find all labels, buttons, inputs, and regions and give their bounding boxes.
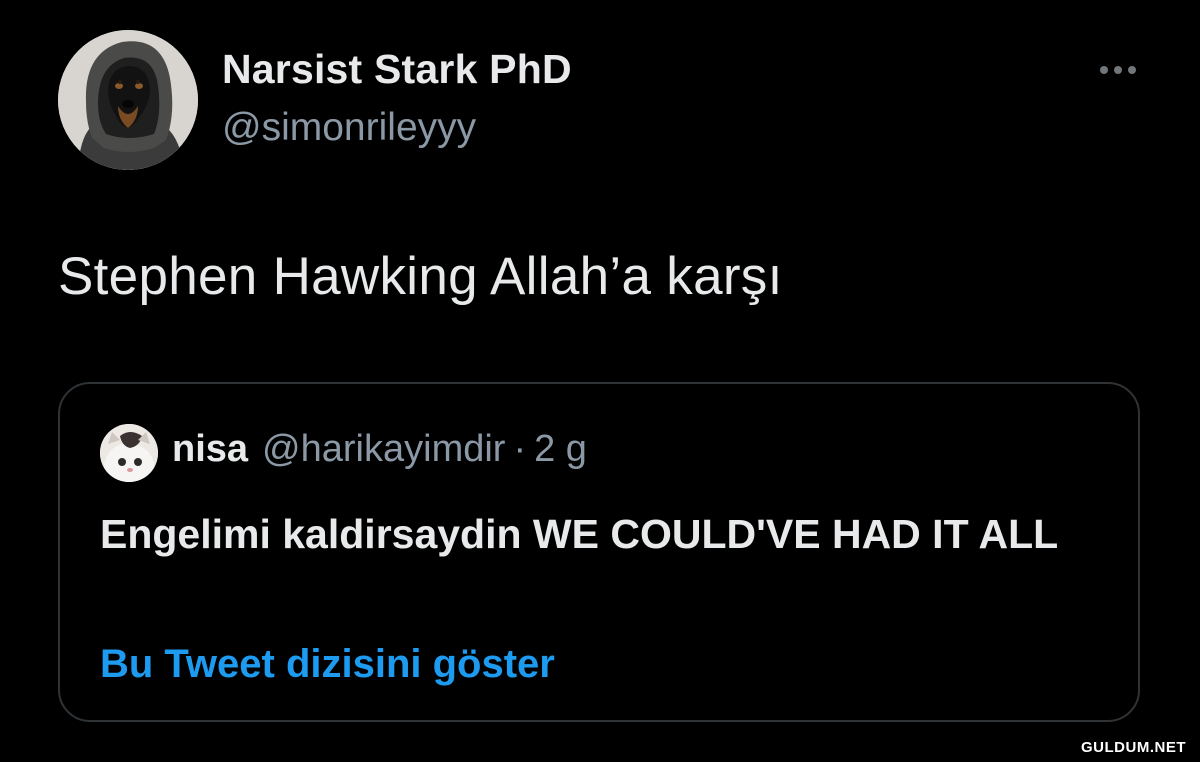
header-separator: · xyxy=(513,428,527,470)
author-handle[interactable]: @simonrileyyy xyxy=(222,106,476,150)
watermark: GULDUM.NET xyxy=(1081,739,1186,756)
quoted-tweet-text: Engelimi kaldirsaydin WE COULD'VE HAD IT… xyxy=(100,511,1059,557)
more-horizontal-icon xyxy=(1100,66,1136,74)
more-options-button[interactable] xyxy=(1090,52,1146,88)
quoted-tweet-header: nisa @harikayimdir · 2 g xyxy=(172,428,587,471)
quoted-author-avatar[interactable] xyxy=(100,424,158,482)
cat-avatar-icon xyxy=(100,424,158,482)
quoted-tweet-timestamp[interactable]: 2 g xyxy=(534,428,587,471)
author-avatar[interactable] xyxy=(58,30,198,170)
hooded-dog-avatar-icon xyxy=(58,30,198,170)
tweet: Narsist Stark PhD @simonrileyyy Stephen … xyxy=(0,0,1200,762)
tweet-text: Stephen Hawking Allah’a karşı xyxy=(58,247,783,306)
quoted-author-handle[interactable]: @harikayimdir xyxy=(262,428,505,471)
author-display-name[interactable]: Narsist Stark PhD xyxy=(222,46,572,93)
quoted-author-display-name[interactable]: nisa xyxy=(172,428,248,471)
show-thread-link[interactable]: Bu Tweet dizisini göster xyxy=(100,642,555,687)
quoted-tweet-card[interactable]: nisa @harikayimdir · 2 g Engelimi kaldir… xyxy=(58,382,1140,722)
